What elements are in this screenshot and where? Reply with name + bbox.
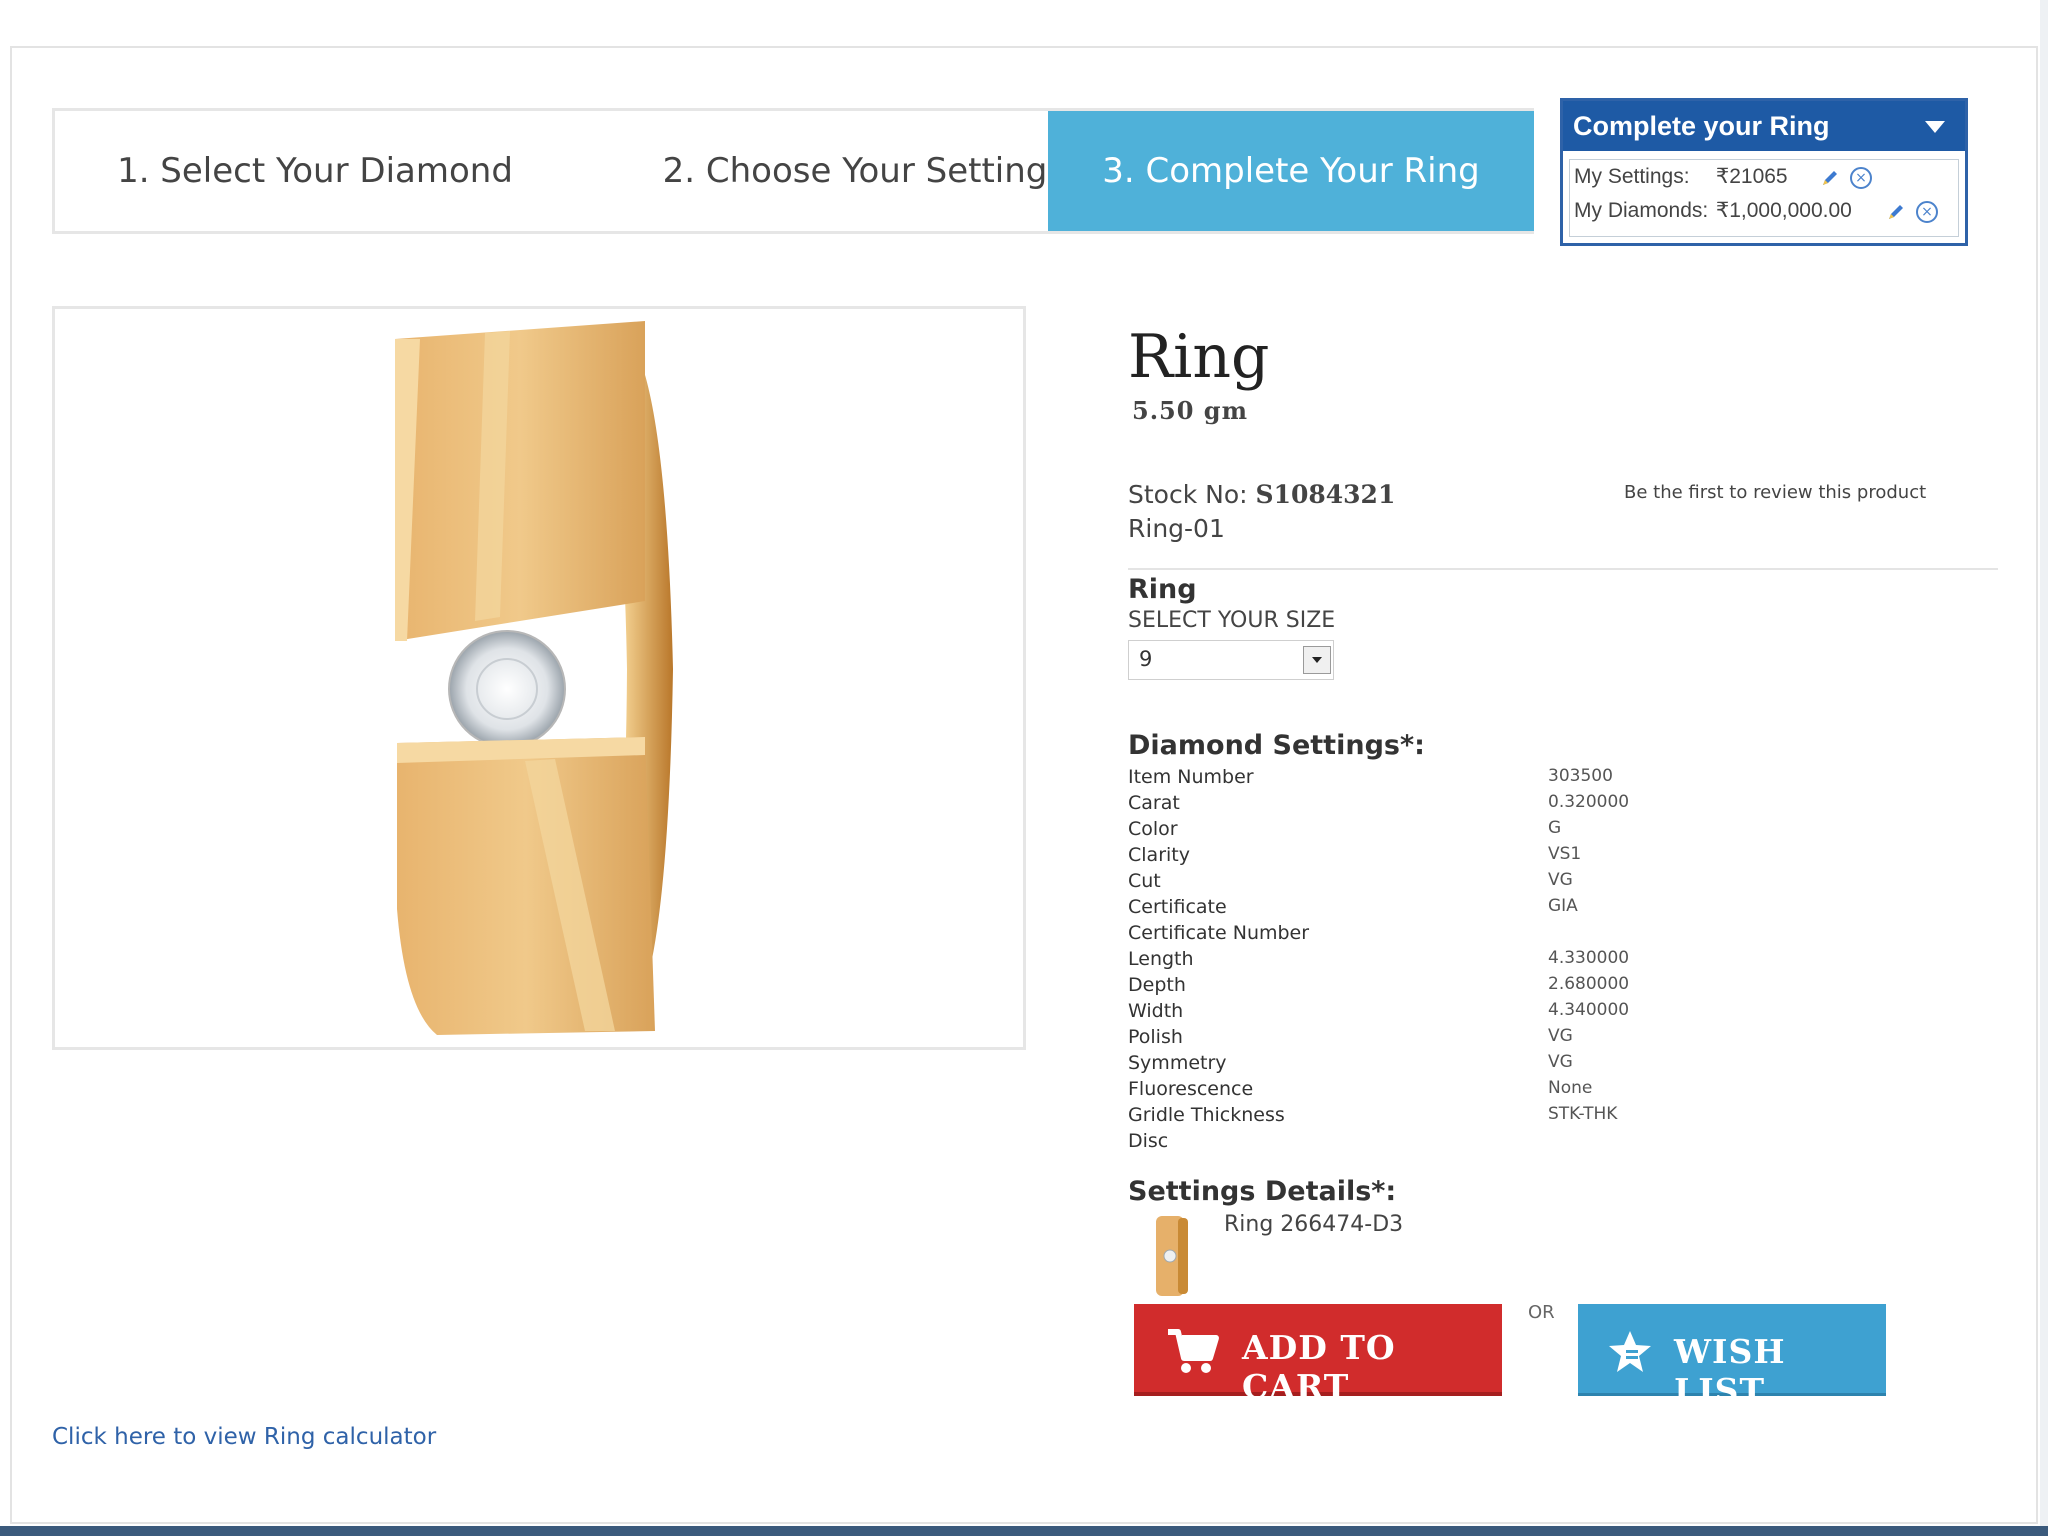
star-icon <box>1609 1331 1651 1372</box>
stock-number: Stock No: S1084321 <box>1128 480 1395 509</box>
edit-settings-pencil-icon[interactable] <box>1820 168 1840 188</box>
table-row: Color G <box>1128 818 1688 844</box>
spec-label: Disc <box>1128 1130 1169 1152</box>
spec-value: 2.680000 <box>1548 974 1630 994</box>
ring-calculator-link[interactable]: Click here to view Ring calculator <box>52 1424 436 1450</box>
my-diamonds-label: My Diamonds: <box>1574 199 1709 222</box>
wish-list-button[interactable]: WISH LIST <box>1578 1304 1886 1410</box>
step-choose-setting[interactable]: 2. Choose Your Setting <box>595 111 1115 231</box>
spec-value: 4.330000 <box>1548 948 1630 968</box>
table-row: Certificate Number <box>1128 922 1688 948</box>
spec-value: 4.340000 <box>1548 1000 1630 1020</box>
complete-ring-summary: My Settings: ₹21065 × My Diamonds: ₹1,00… <box>1569 159 1959 237</box>
setting-name[interactable]: Ring 266474-D3 <box>1224 1212 1403 1237</box>
diamond-settings-table: Item Number 303500 Carat 0.320000 Color G C… <box>1128 766 1688 1156</box>
table-row: Fluorescence None <box>1128 1078 1688 1104</box>
spec-label: Fluorescence <box>1128 1078 1254 1100</box>
spec-label: Depth <box>1128 974 1186 996</box>
complete-ring-panel: Complete your Ring My Settings: ₹21065 ×… <box>1560 98 1968 246</box>
complete-ring-header[interactable]: Complete your Ring <box>1563 101 1965 151</box>
spec-label: Carat <box>1128 792 1180 814</box>
review-link[interactable]: Be the first to review this product <box>1624 482 1926 503</box>
table-row: Item Number 303500 <box>1128 766 1688 792</box>
size-heading: Ring <box>1128 574 1197 605</box>
chevron-down-icon[interactable] <box>1925 121 1945 133</box>
cart-icon <box>1168 1329 1219 1373</box>
table-row: Certificate GIA <box>1128 896 1688 922</box>
table-row: Clarity VS1 <box>1128 844 1688 870</box>
spec-label: Width <box>1128 1000 1184 1022</box>
spec-label: Length <box>1128 948 1194 970</box>
spec-value: VG <box>1548 870 1573 890</box>
spec-value: GIA <box>1548 896 1578 916</box>
table-row: Polish VG <box>1128 1026 1688 1052</box>
product-title: Ring <box>1128 322 1270 392</box>
spec-label: Certificate <box>1128 896 1227 918</box>
spec-label: Item Number <box>1128 766 1254 788</box>
spec-label: Symmetry <box>1128 1052 1227 1074</box>
wish-list-label: WISH LIST <box>1674 1332 1786 1410</box>
add-to-cart-button[interactable]: ADD TO CART <box>1134 1304 1502 1406</box>
spec-value: VG <box>1548 1026 1573 1046</box>
size-value: 9 <box>1139 647 1153 671</box>
table-row: Depth 2.680000 <box>1128 974 1688 1000</box>
table-row: Length 4.330000 <box>1128 948 1688 974</box>
product-image-frame <box>52 306 1026 1050</box>
spec-label: Cut <box>1128 870 1161 892</box>
spec-label: Polish <box>1128 1026 1183 1048</box>
table-row: Symmetry VG <box>1128 1052 1688 1078</box>
add-to-cart-label: ADD TO CART <box>1242 1328 1396 1406</box>
diamond-settings-heading: Diamond Settings*: <box>1128 730 1425 761</box>
remove-settings-icon[interactable]: × <box>1850 167 1872 189</box>
table-row: Carat 0.320000 <box>1128 792 1688 818</box>
my-diamonds-row: My Diamonds: ₹1,000,000.00 <box>1574 194 1852 228</box>
step-complete-ring[interactable]: 3. Complete Your Ring <box>1048 111 1534 231</box>
stock-label: Stock No: <box>1128 480 1248 509</box>
spec-label: Color <box>1128 818 1178 840</box>
remove-diamonds-icon[interactable]: × <box>1916 201 1938 223</box>
divider <box>1128 568 1998 570</box>
edit-diamonds-pencil-icon[interactable] <box>1886 202 1906 222</box>
size-select[interactable]: 9 <box>1128 640 1334 680</box>
spec-value: 0.320000 <box>1548 792 1630 812</box>
spec-label: Gridle Thickness <box>1128 1104 1285 1126</box>
spec-label: Clarity <box>1128 844 1190 866</box>
spec-value: 303500 <box>1548 766 1613 786</box>
spec-value: STK-THK <box>1548 1104 1618 1124</box>
setting-thumbnail[interactable] <box>1150 1210 1196 1300</box>
step-navigation: 1. Select Your Diamond 2. Choose Your Se… <box>52 108 1534 234</box>
complete-ring-title: Complete your Ring <box>1573 111 1830 141</box>
step-select-diamond[interactable]: 1. Select Your Diamond <box>95 111 535 231</box>
spec-value: VG <box>1548 1052 1573 1072</box>
my-settings-row: My Settings: ₹21065 <box>1574 160 1788 194</box>
table-row: Cut VG <box>1128 870 1688 896</box>
my-settings-label: My Settings: <box>1574 165 1690 188</box>
table-row: Disc <box>1128 1130 1688 1156</box>
dropdown-arrow-icon[interactable] <box>1303 646 1331 674</box>
spec-value: None <box>1548 1078 1593 1098</box>
ring-image <box>395 321 673 1035</box>
product-weight: 5.50 gm <box>1132 396 1248 425</box>
or-separator: OR <box>1528 1302 1555 1323</box>
spec-value: VS1 <box>1548 844 1582 864</box>
product-model: Ring-01 <box>1128 514 1225 543</box>
table-row: Width 4.340000 <box>1128 1000 1688 1026</box>
page-edge <box>2040 0 2048 1536</box>
spec-label: Certificate Number <box>1128 922 1310 944</box>
my-diamonds-value: ₹1,000,000.00 <box>1715 199 1852 222</box>
stock-value: S1084321 <box>1255 480 1396 509</box>
size-label: SELECT YOUR SIZE <box>1128 608 1336 633</box>
spec-value: G <box>1548 818 1562 838</box>
my-settings-value: ₹21065 <box>1715 165 1788 188</box>
bottom-bar <box>0 1526 2048 1536</box>
settings-details-heading: Settings Details*: <box>1128 1176 1397 1207</box>
table-row: Gridle Thickness STK-THK <box>1128 1104 1688 1130</box>
